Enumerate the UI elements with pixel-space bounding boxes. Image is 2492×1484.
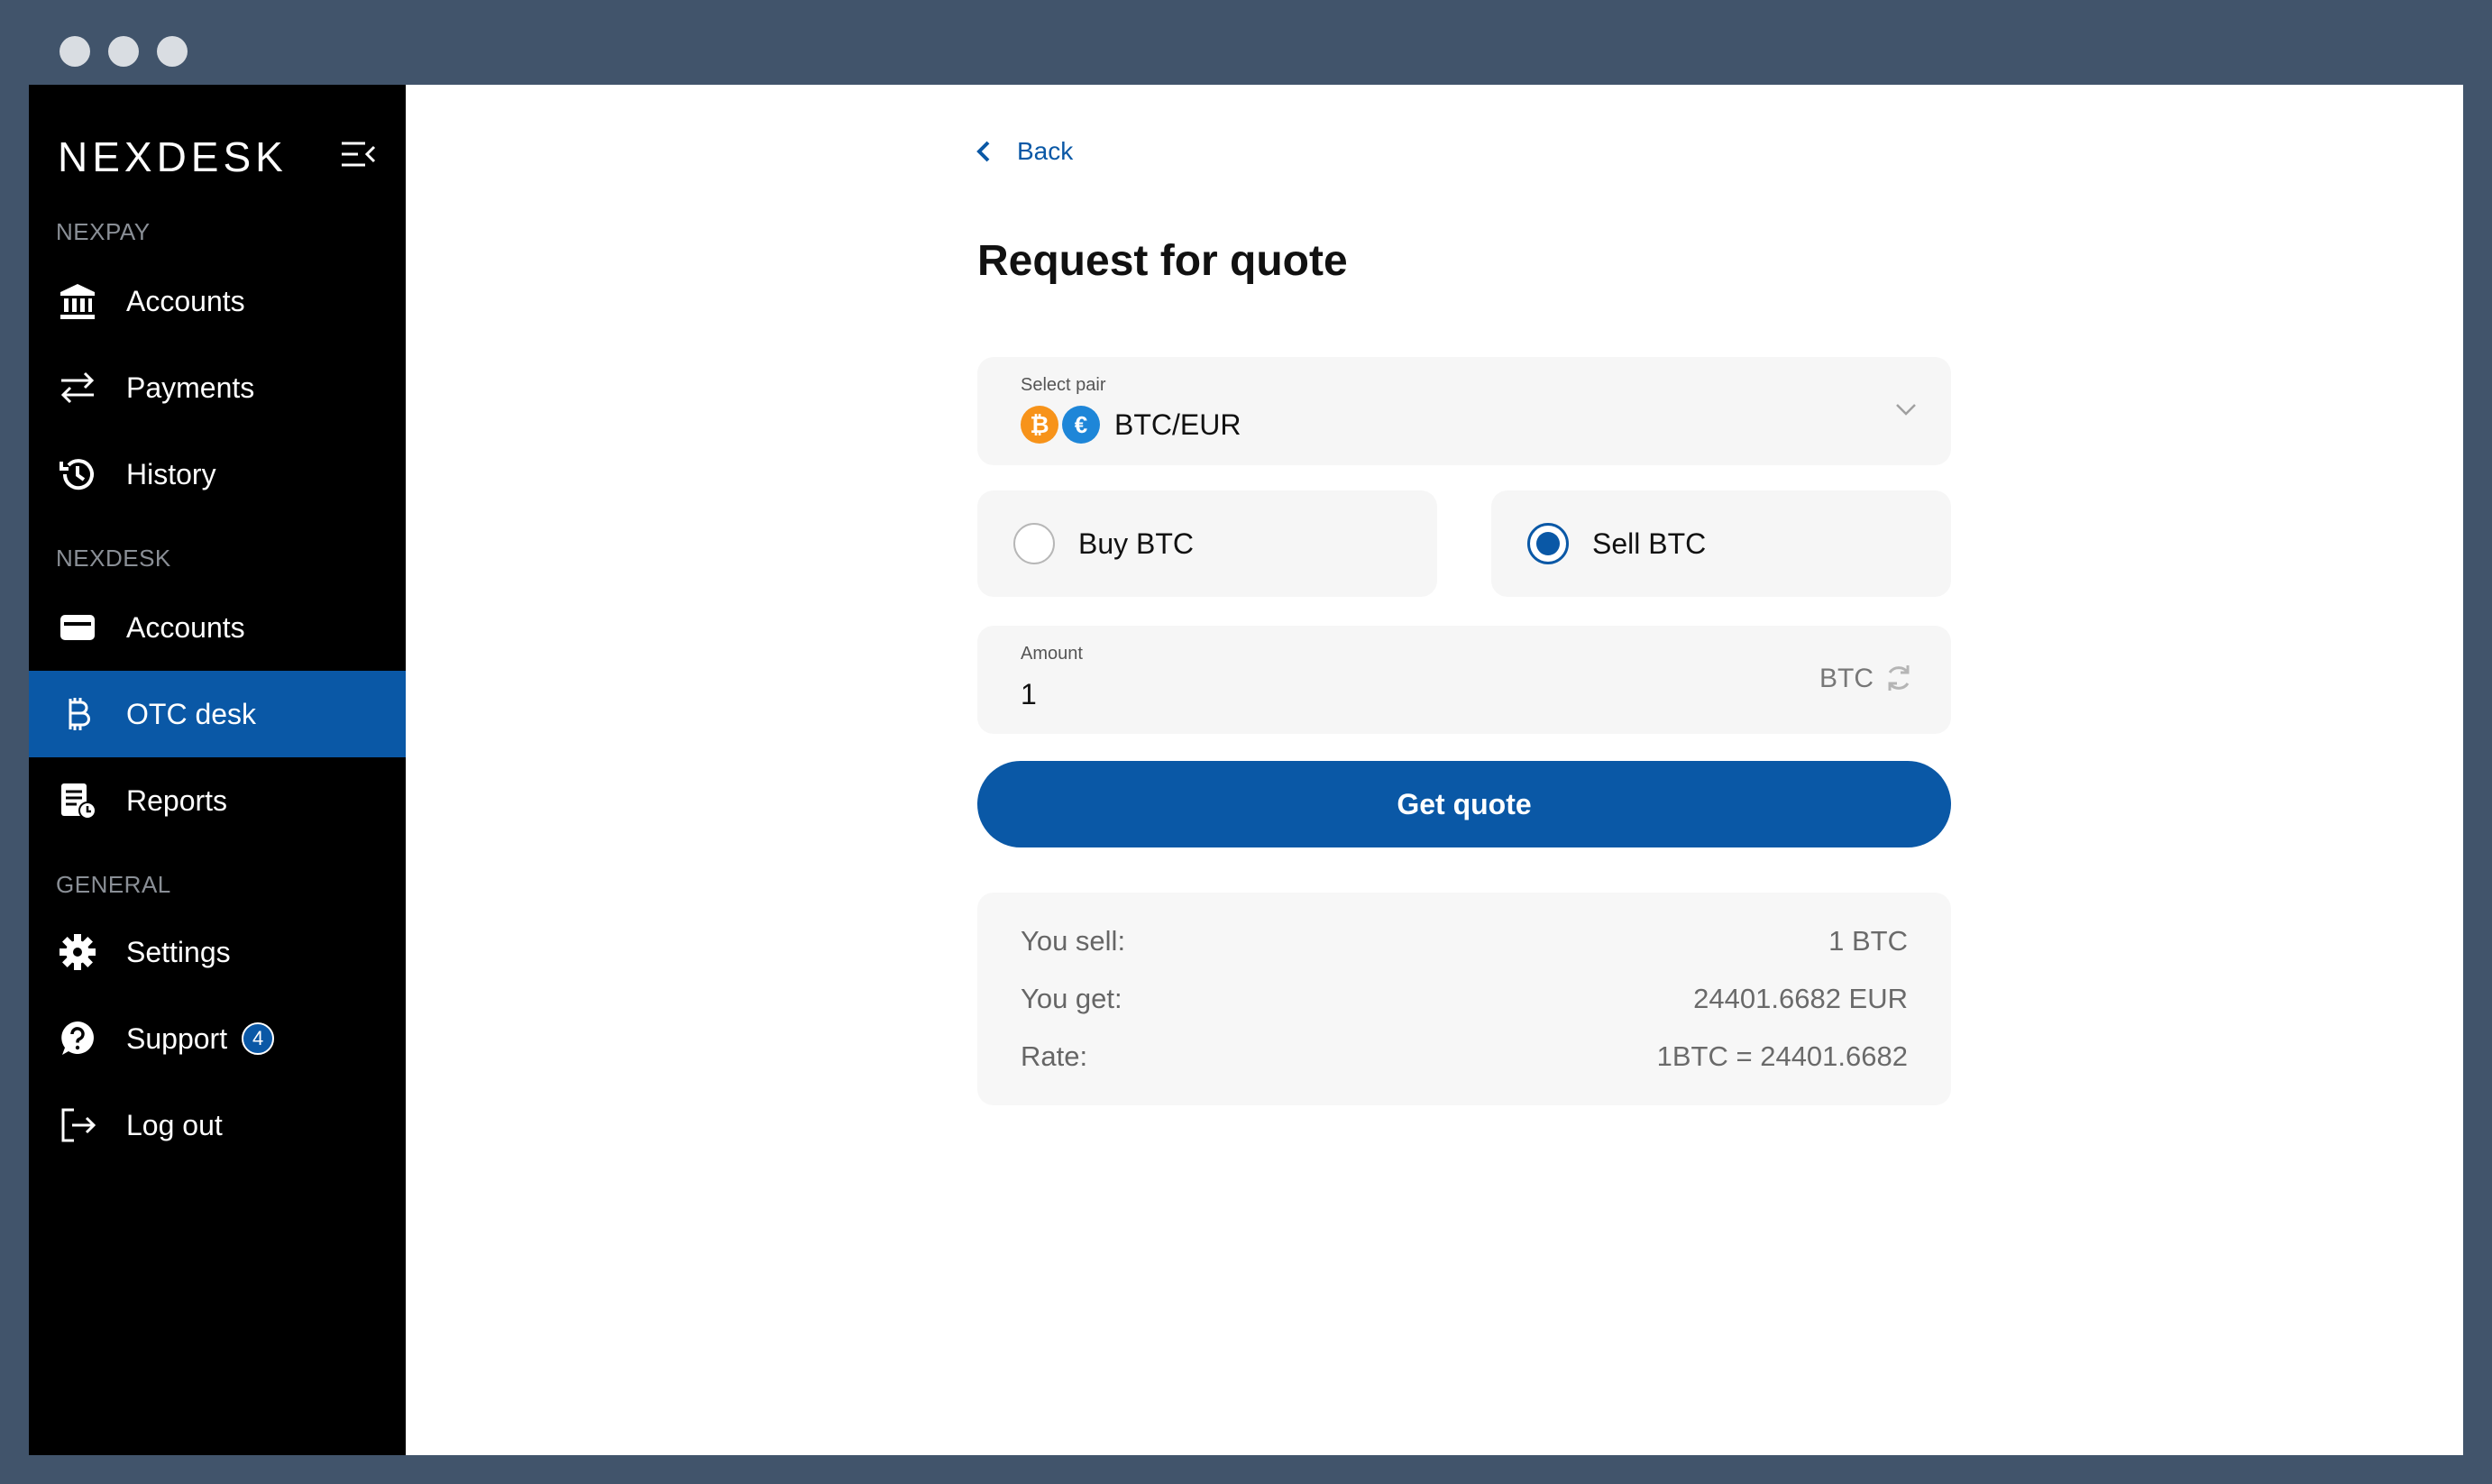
minimize-window-button[interactable]: [108, 36, 139, 67]
sidebar-item-label: Log out: [126, 1108, 223, 1141]
chevron-down-icon: [1896, 404, 1916, 416]
sidebar-item-label: Support: [126, 1021, 228, 1055]
quote-summary: You sell: 1 BTC You get: 24401.6682 EUR …: [977, 893, 1951, 1105]
summary-row-sell: You sell: 1 BTC: [1021, 925, 1908, 957]
bitcoin-icon: [56, 692, 99, 736]
bank-icon: [56, 279, 99, 323]
swap-currency-icon[interactable]: [1881, 660, 1917, 696]
summary-row-rate: Rate: 1BTC = 24401.6682: [1021, 1040, 1908, 1073]
back-link[interactable]: Back: [974, 137, 1073, 166]
sell-option[interactable]: Sell BTC: [1491, 490, 1951, 597]
chevron-left-icon: [976, 141, 990, 162]
app-logo: NEXDESK: [58, 133, 288, 180]
get-quote-button[interactable]: Get quote: [977, 761, 1951, 847]
sidebar: NEXDESK NEXPAY Accounts Payments History…: [29, 85, 406, 1455]
gear-icon: [56, 930, 99, 974]
sidebar-item-support[interactable]: Support 4: [29, 995, 406, 1082]
pair-select-value: BTC/EUR: [1114, 408, 1241, 441]
section-label-nexdesk: NEXDESK: [56, 545, 171, 572]
sidebar-item-label: Payments: [126, 371, 255, 404]
sidebar-item-label: History: [126, 457, 216, 490]
sidebar-item-label: OTC desk: [126, 697, 257, 730]
support-count-badge: 4: [242, 1022, 275, 1055]
sidebar-item-settings[interactable]: Settings: [29, 909, 406, 995]
window-controls: [60, 36, 188, 67]
summary-key: You get:: [1021, 983, 1122, 1014]
summary-value: 24401.6682 EUR: [1693, 983, 1908, 1014]
sidebar-item-label: Accounts: [126, 610, 245, 644]
summary-row-get: You get: 24401.6682 EUR: [1021, 983, 1908, 1015]
bitcoin-coin-icon: ₿: [1021, 406, 1058, 444]
amount-input[interactable]: 1: [1021, 678, 1037, 711]
history-icon: [56, 453, 99, 496]
sidebar-item-otc-desk[interactable]: OTC desk: [29, 671, 406, 757]
help-icon: [56, 1017, 99, 1060]
sidebar-item-nexpay-accounts[interactable]: Accounts: [29, 258, 406, 344]
section-label-nexpay: NEXPAY: [56, 218, 151, 245]
summary-key: Rate:: [1021, 1040, 1088, 1072]
amount-field[interactable]: Amount 1 BTC: [977, 626, 1951, 734]
menu-collapse-icon: [342, 142, 376, 167]
report-icon: [56, 779, 99, 822]
transfer-arrows-icon: [56, 366, 99, 409]
sidebar-item-label: Settings: [126, 935, 231, 968]
section-label-general: GENERAL: [56, 871, 171, 898]
logout-icon: [56, 1104, 99, 1147]
sidebar-item-history[interactable]: History: [29, 431, 406, 518]
euro-coin-icon: €: [1062, 406, 1100, 444]
main-content: Back Request for quote Select pair ₿ € B…: [406, 85, 2463, 1455]
sidebar-item-reports[interactable]: Reports: [29, 757, 406, 844]
buy-option[interactable]: Buy BTC: [977, 490, 1437, 597]
close-window-button[interactable]: [60, 36, 90, 67]
summary-value: 1 BTC: [1828, 925, 1908, 957]
sidebar-item-payments[interactable]: Payments: [29, 344, 406, 431]
sidebar-item-label: Reports: [126, 783, 228, 817]
sidebar-item-nexdesk-accounts[interactable]: Accounts: [29, 584, 406, 671]
page-title: Request for quote: [977, 237, 1348, 285]
pair-select-label: Select pair: [1021, 375, 1106, 395]
amount-unit: BTC: [1819, 664, 1874, 693]
summary-key: You sell:: [1021, 925, 1126, 957]
collapse-menu-button[interactable]: [335, 132, 380, 177]
sell-option-label: Sell BTC: [1592, 527, 1707, 560]
buy-radio[interactable]: [1013, 523, 1055, 564]
summary-value: 1BTC = 24401.6682: [1656, 1040, 1908, 1072]
wallet-icon: [56, 606, 99, 649]
sell-radio[interactable]: [1527, 523, 1569, 564]
pair-select[interactable]: Select pair ₿ € BTC/EUR: [977, 357, 1951, 465]
back-label: Back: [1017, 137, 1074, 165]
maximize-window-button[interactable]: [157, 36, 188, 67]
sidebar-item-label: Accounts: [126, 284, 245, 317]
app-window: NEXDESK NEXPAY Accounts Payments History…: [29, 85, 2463, 1455]
sidebar-item-logout[interactable]: Log out: [29, 1082, 406, 1168]
buy-option-label: Buy BTC: [1078, 527, 1195, 560]
amount-label: Amount: [1021, 644, 1083, 664]
